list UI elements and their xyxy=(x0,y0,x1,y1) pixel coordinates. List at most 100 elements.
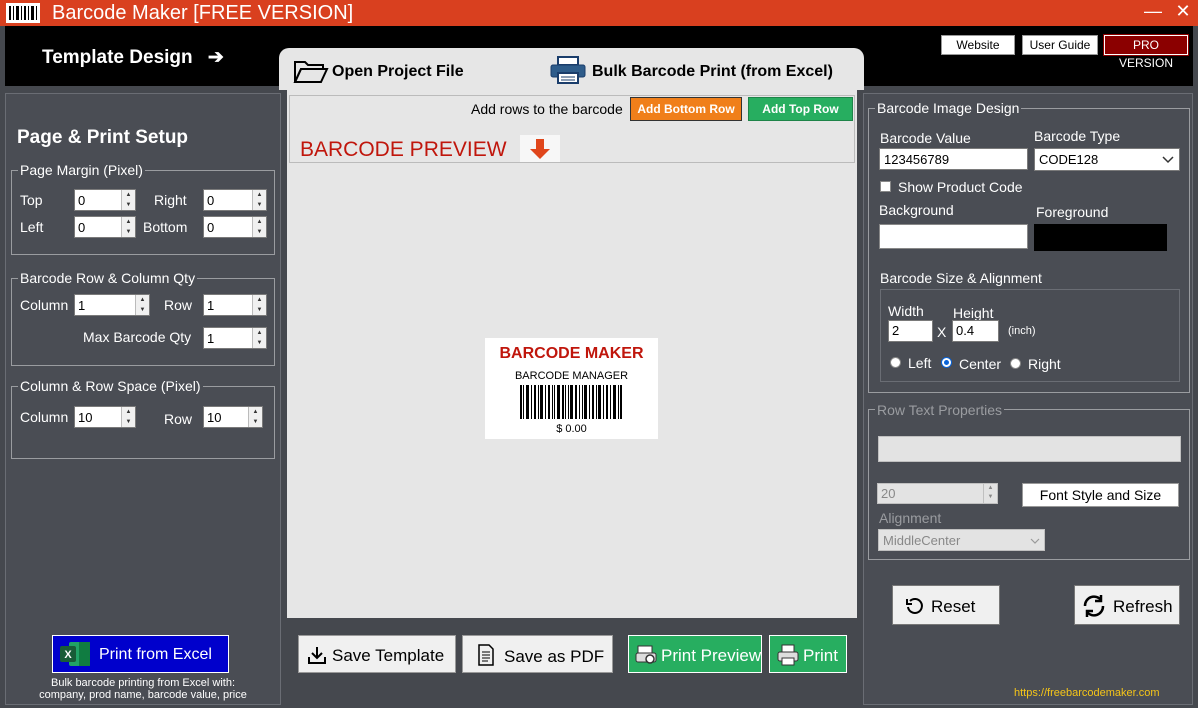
print-icon xyxy=(777,644,799,671)
refresh-button[interactable]: Refresh xyxy=(1074,585,1180,625)
label-price: $ 0.00 xyxy=(556,423,587,435)
bottom-label: Bottom xyxy=(143,219,188,235)
user-guide-button[interactable]: User Guide xyxy=(1022,35,1098,55)
space-column-label: Column xyxy=(20,409,69,425)
app-barcode-icon xyxy=(6,3,40,23)
template-design-heading: Template Design ➔ xyxy=(42,47,224,68)
page-print-setup-title: Page & Print Setup xyxy=(17,127,189,148)
excel-note: Bulk barcode printing from Excel with: c… xyxy=(39,677,247,701)
arrow-down-icon xyxy=(520,135,560,162)
add-top-row-button[interactable]: Add Top Row xyxy=(748,97,853,121)
radio-selected-dot xyxy=(944,360,949,365)
unit-label: (inch) xyxy=(1008,325,1036,337)
label-title: BARCODE MAKER xyxy=(499,345,644,362)
barcode-preview-heading: BARCODE PREVIEW xyxy=(300,138,507,161)
right-label: Right xyxy=(154,192,187,208)
align-left-radio[interactable] xyxy=(890,357,901,368)
right-margin-input[interactable]: 0 ▲ ▼ xyxy=(203,189,267,211)
alignment-select[interactable]: MiddleCenter xyxy=(878,529,1045,551)
width-label: Width xyxy=(888,303,924,319)
label-subtitle: BARCODE MANAGER xyxy=(514,370,629,382)
height-input[interactable]: 0.4 xyxy=(952,320,999,342)
download-icon xyxy=(307,645,327,670)
chevron-down-icon xyxy=(1162,152,1174,169)
print-preview-button[interactable]: Print Preview xyxy=(628,635,762,673)
foreground-color-swatch[interactable] xyxy=(1034,224,1167,251)
show-product-code-checkbox[interactable] xyxy=(880,181,891,192)
refresh-icon xyxy=(1081,594,1107,621)
arrow-right-icon: ➔ xyxy=(207,47,224,68)
chevron-down-icon xyxy=(1030,533,1040,550)
barcode-image xyxy=(520,385,624,422)
window-title: Barcode Maker [FREE VERSION] xyxy=(52,2,354,24)
height-label: Height xyxy=(953,305,994,321)
website-link[interactable]: https://freebarcodemaker.com xyxy=(1014,687,1160,699)
add-bottom-row-button[interactable]: Add Bottom Row xyxy=(630,97,742,121)
bulk-print-tab[interactable]: Bulk Barcode Print (from Excel) xyxy=(592,63,833,81)
top-margin-input[interactable]: 0 ▲ ▼ xyxy=(74,189,136,211)
column-qty-input[interactable]: 1 ▲ ▼ xyxy=(74,294,150,316)
max-qty-input[interactable]: 1 ▲ ▼ xyxy=(203,327,267,349)
page-margin-label: Page Margin (Pixel) xyxy=(18,162,145,178)
background-color-swatch[interactable] xyxy=(879,224,1028,249)
left-label: Left xyxy=(20,219,44,235)
open-project-tab[interactable]: Open Project File xyxy=(332,63,464,81)
font-size-spinner[interactable]: 20 ▲ ▼ xyxy=(877,483,998,504)
print-from-excel-button[interactable]: X Print from Excel xyxy=(52,635,229,673)
undo-icon xyxy=(905,596,925,619)
title-bar: Barcode Maker [FREE VERSION] — ✕ xyxy=(0,0,1198,26)
barcode-value-input[interactable]: 123456789 xyxy=(879,148,1028,170)
left-margin-input[interactable]: 0 ▲ ▼ xyxy=(74,216,136,238)
align-right-radio[interactable] xyxy=(1010,358,1021,369)
size-alignment-label: Barcode Size & Alignment xyxy=(880,270,1042,286)
excel-icon: X xyxy=(59,641,91,670)
x-separator: X xyxy=(937,324,947,340)
bottom-margin-input[interactable]: 0 ▲ ▼ xyxy=(203,216,267,238)
alignment-label: Alignment xyxy=(879,510,942,526)
row-text-properties-label: Row Text Properties xyxy=(875,402,1005,418)
row-column-qty-group xyxy=(11,278,275,366)
barcode-type-label: Barcode Type xyxy=(1034,128,1121,144)
space-row-input[interactable]: 10 ▲ ▼ xyxy=(203,406,263,428)
align-center-radio[interactable] xyxy=(941,357,952,368)
add-rows-text: Add rows to the barcode xyxy=(471,101,623,117)
align-left-label: Left xyxy=(908,355,932,371)
space-column-input[interactable]: 10 ▲ ▼ xyxy=(74,406,136,428)
barcode-label: BARCODE MAKER BARCODE MANAGER $ 0.00 xyxy=(485,338,658,439)
space-group-label: Column & Row Space (Pixel) xyxy=(18,378,203,394)
top-label: Top xyxy=(20,192,43,208)
max-qty-label: Max Barcode Qty xyxy=(83,329,192,345)
background-label: Background xyxy=(879,202,954,218)
folder-open-icon xyxy=(293,57,329,88)
font-style-button[interactable]: Font Style and Size xyxy=(1022,483,1179,507)
print-from-excel-label: Print from Excel xyxy=(99,646,212,663)
align-right-label: Right xyxy=(1028,356,1061,372)
foreground-label: Foreground xyxy=(1036,204,1109,220)
save-template-button[interactable]: Save Template xyxy=(298,635,456,673)
column-label: Column xyxy=(20,297,69,313)
minimize-button[interactable]: — xyxy=(1141,1,1165,22)
print-preview-icon xyxy=(635,644,657,671)
reset-button[interactable]: Reset xyxy=(892,585,1000,625)
barcode-value-label: Barcode Value xyxy=(880,130,971,146)
row-text-input[interactable] xyxy=(878,436,1181,462)
row-column-qty-label: Barcode Row & Column Qty xyxy=(18,270,198,286)
row-qty-input[interactable]: 1 ▲ ▼ xyxy=(203,294,267,316)
page-margin-group xyxy=(11,170,275,255)
row-label: Row xyxy=(164,297,193,313)
save-as-pdf-button[interactable]: Save as PDF xyxy=(462,635,613,673)
spinner-arrows-icon: ▲ ▼ xyxy=(983,484,997,503)
close-button[interactable]: ✕ xyxy=(1171,1,1195,22)
width-input[interactable]: 2 xyxy=(888,320,933,342)
space-row-label: Row xyxy=(164,411,193,427)
show-product-code-label: Show Product Code xyxy=(898,179,1023,195)
svg-text:X: X xyxy=(64,649,72,661)
pro-version-button[interactable]: PRO VERSION xyxy=(1103,34,1189,70)
barcode-type-select[interactable]: CODE128 xyxy=(1034,148,1180,171)
printer-icon xyxy=(549,55,587,88)
website-button[interactable]: Website xyxy=(941,35,1015,55)
print-button[interactable]: Print xyxy=(769,635,847,673)
image-design-label: Barcode Image Design xyxy=(875,100,1022,116)
document-icon xyxy=(477,644,495,671)
align-center-label: Center xyxy=(959,356,1002,372)
